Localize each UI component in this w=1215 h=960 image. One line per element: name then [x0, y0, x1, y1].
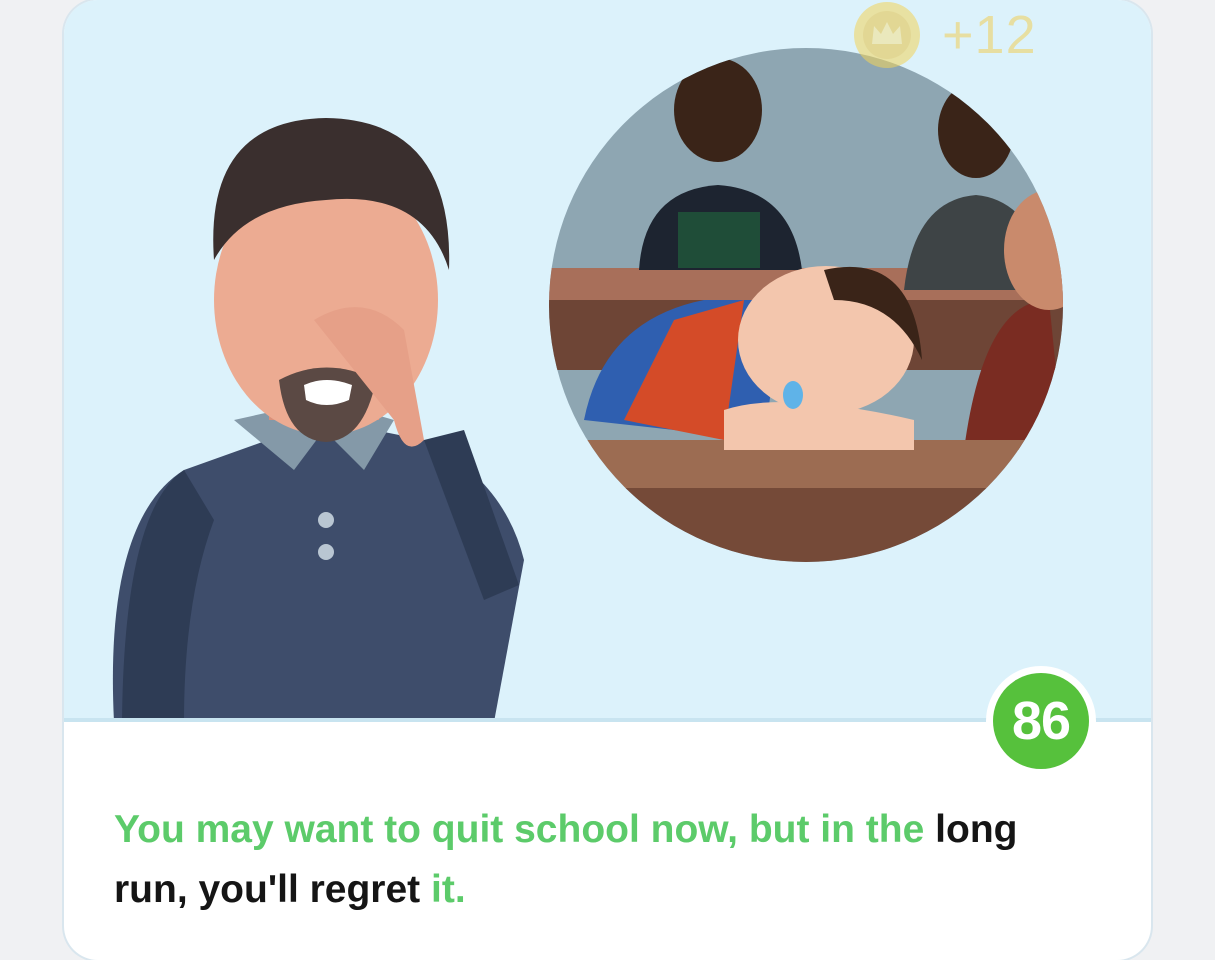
- lesson-illustration: [64, 0, 1151, 722]
- classroom-scene: [549, 48, 1063, 562]
- crown-coin-icon: [854, 2, 920, 68]
- sentence-part-highlighted: You may want to quit school now, but in …: [114, 808, 925, 851]
- score-badge: 86: [986, 666, 1096, 776]
- sentence-part-highlighted-end: it.: [431, 868, 466, 911]
- lesson-sentence: You may want to quit school now, but in …: [114, 800, 1074, 920]
- coin-amount: +12: [942, 5, 1037, 65]
- coin-reward: +12: [852, 2, 1037, 68]
- sad-man-figure: [112, 118, 524, 722]
- score-value: 86: [993, 673, 1089, 769]
- lesson-card: +12 86 You may want to quit school now, …: [64, 0, 1151, 960]
- illustration-art: [112, 48, 1063, 722]
